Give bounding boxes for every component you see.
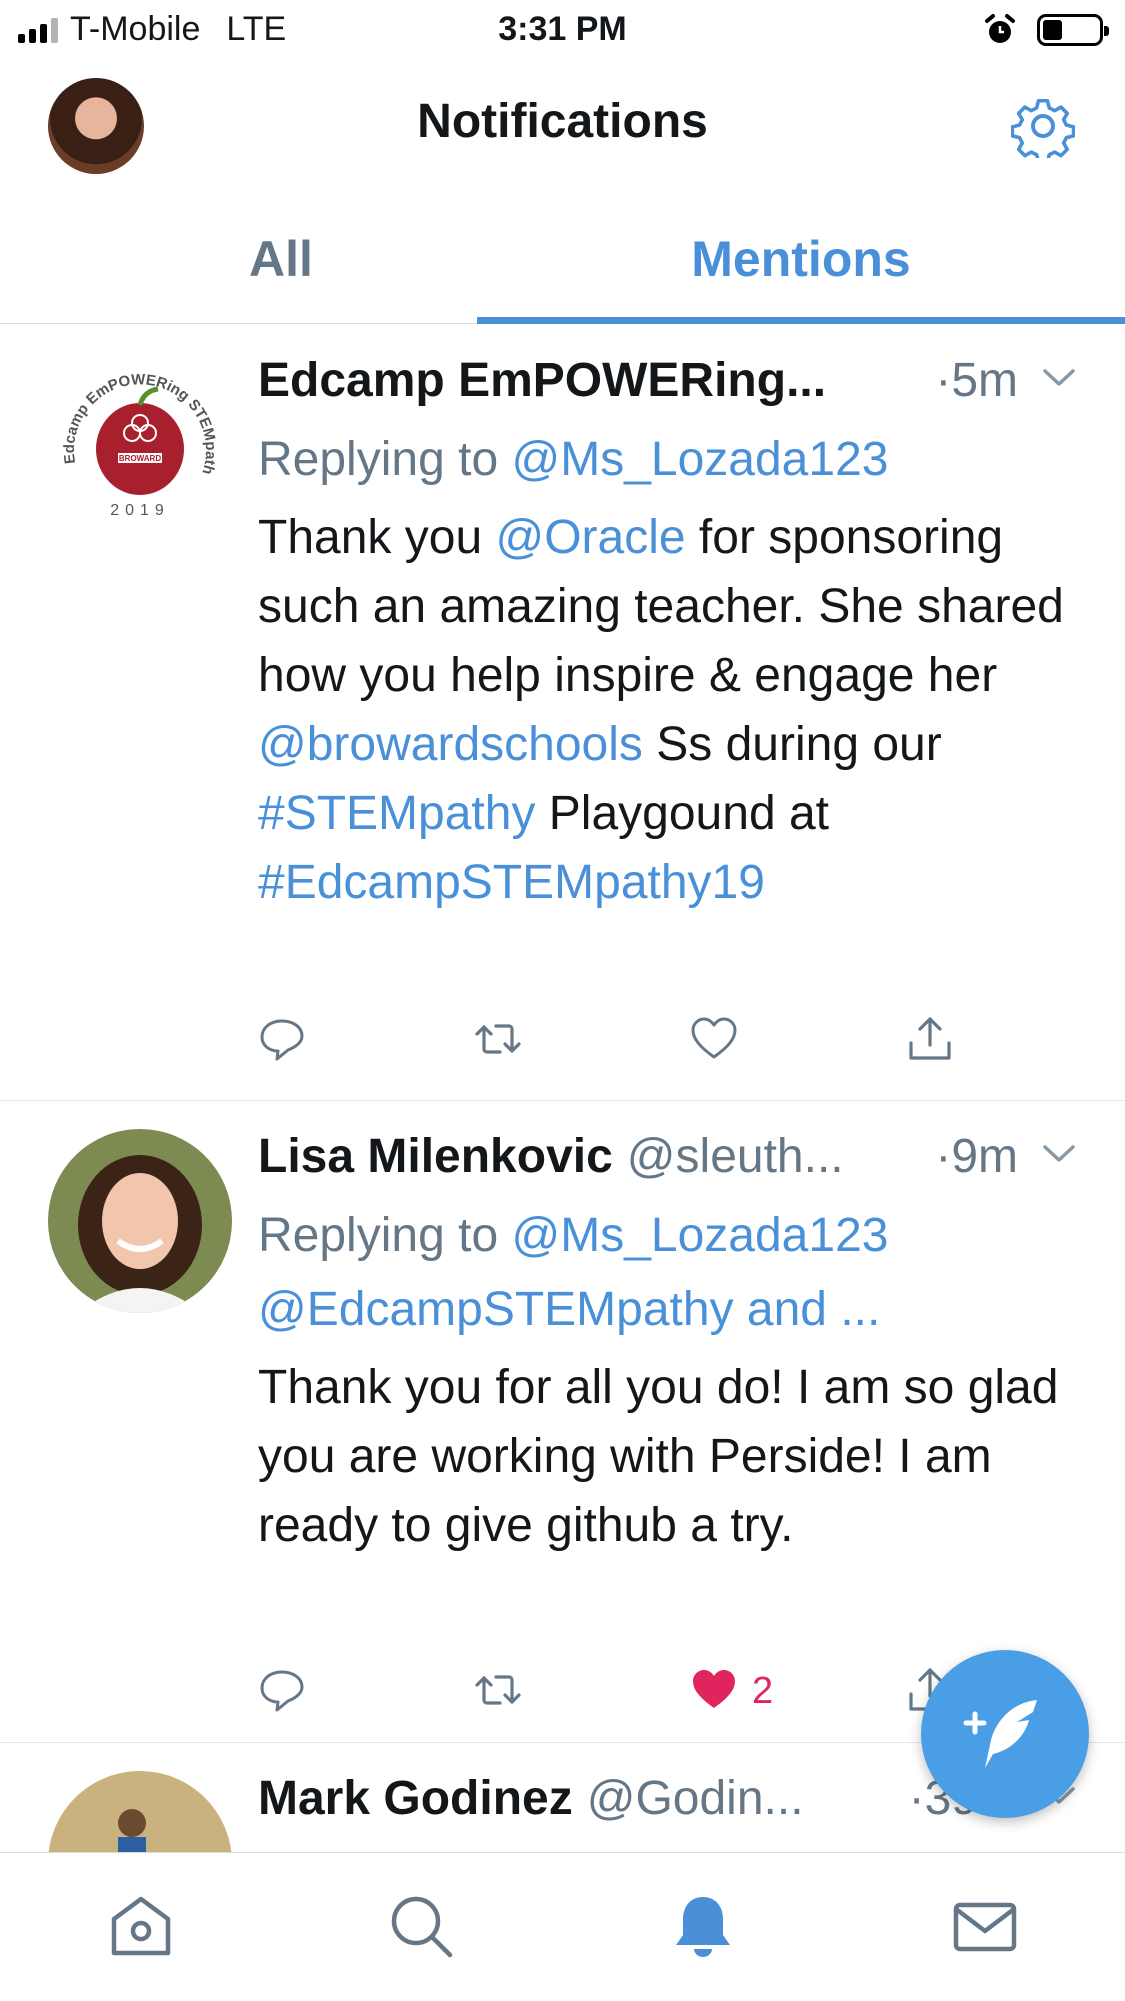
mention-link[interactable]: @Oracle bbox=[495, 511, 685, 564]
tweet-header: Lisa Milenkovic @sleuth... ·9m bbox=[258, 1129, 1098, 1199]
mention-link[interactable]: @browardschools bbox=[258, 718, 643, 771]
user-photo bbox=[48, 1771, 232, 1852]
like-button[interactable] bbox=[690, 1666, 738, 1714]
tweet-text-part: Ss during our bbox=[642, 718, 942, 771]
chevron-down-icon[interactable] bbox=[1042, 1143, 1076, 1165]
nav-home[interactable] bbox=[106, 1891, 176, 1961]
logo-center-text: BROWARD bbox=[119, 454, 161, 463]
edcamp-logo-avatar[interactable]: Edcamp EmPOWERing STEMpathy BROWARD 2019 bbox=[48, 353, 232, 537]
heart-icon bbox=[691, 1017, 737, 1059]
hashtag-link[interactable]: #STEMpathy bbox=[258, 787, 535, 840]
tab-selected-indicator bbox=[477, 317, 1125, 324]
edcamp-logo: Edcamp EmPOWERing STEMpathy BROWARD 2019 bbox=[48, 353, 232, 537]
app-screen: T-Mobile LTE 3:31 PM Notifications All M… bbox=[0, 0, 1125, 2001]
tab-bar: All Mentions bbox=[0, 194, 1125, 324]
tweet-text-part: Thank you bbox=[258, 511, 496, 564]
like-button[interactable] bbox=[690, 1015, 738, 1063]
status-right bbox=[983, 13, 1109, 47]
replying-to-mention[interactable]: @Ms_Lozada123 bbox=[511, 433, 888, 486]
bell-icon bbox=[676, 1897, 730, 1957]
tweet[interactable]: Edcamp EmPOWERing STEMpathy BROWARD 2019… bbox=[0, 325, 1125, 1101]
mentions-feed[interactable]: Edcamp EmPOWERing STEMpathy BROWARD 2019… bbox=[0, 325, 1125, 1852]
user-photo bbox=[48, 1129, 232, 1313]
replying-to-more[interactable]: @EdcampSTEMpathy and ... bbox=[258, 1273, 1098, 1347]
replying-to-mention[interactable]: @Ms_Lozada123 bbox=[511, 1209, 888, 1262]
tweet[interactable]: Lisa Milenkovic @sleuth... ·9m Replying … bbox=[0, 1101, 1125, 1743]
replying-to-prefix: Replying to bbox=[258, 1209, 512, 1262]
search-icon bbox=[391, 1896, 453, 1958]
hashtag-link[interactable]: #EdcampSTEMpathy19 bbox=[258, 856, 765, 909]
tweet-actions bbox=[258, 1015, 978, 1075]
battery-level bbox=[1043, 20, 1062, 40]
tweet-text-part: Playgound at bbox=[535, 787, 830, 840]
bottom-tab-bar bbox=[0, 1852, 1125, 2001]
status-time: 3:31 PM bbox=[498, 10, 627, 48]
chevron-down-icon[interactable] bbox=[1042, 367, 1076, 389]
tweet-time: ·5m bbox=[935, 354, 1018, 407]
page-title: Notifications bbox=[417, 95, 708, 148]
reply-button[interactable] bbox=[258, 1015, 306, 1063]
reply-button[interactable] bbox=[258, 1666, 306, 1714]
retweet-icon bbox=[475, 1675, 521, 1705]
header: Notifications bbox=[0, 64, 1125, 194]
tweet-author[interactable]: Lisa Milenkovic bbox=[258, 1129, 613, 1184]
replying-to: Replying to @Ms_Lozada123 bbox=[258, 423, 1098, 497]
tweet-handle[interactable]: @sleuth... bbox=[627, 1129, 844, 1184]
logo-year: 2019 bbox=[110, 502, 170, 519]
retweet-icon bbox=[475, 1024, 521, 1054]
tab-mentions[interactable]: Mentions bbox=[477, 194, 1125, 324]
tweet-author[interactable]: Edcamp EmPOWERing... bbox=[258, 353, 826, 408]
compose-icon bbox=[963, 1700, 1037, 1768]
share-icon bbox=[909, 1017, 951, 1060]
replying-to: Replying to @Ms_Lozada123 bbox=[258, 1199, 1098, 1273]
gear-icon[interactable] bbox=[1011, 94, 1075, 158]
retweet-button[interactable] bbox=[474, 1015, 522, 1063]
nav-notifications[interactable] bbox=[668, 1891, 738, 1961]
tweet-actions: 2 bbox=[258, 1666, 978, 1726]
tweet-author[interactable]: Mark Godinez bbox=[258, 1771, 573, 1826]
home-icon bbox=[111, 1896, 171, 1956]
tweet-handle[interactable]: @Godin... bbox=[587, 1771, 804, 1826]
tweet-header: Edcamp EmPOWERing... ·5m bbox=[258, 353, 1098, 423]
tweet-text: Thank you for all you do! I am so glad y… bbox=[258, 1361, 1059, 1552]
lisa-avatar[interactable] bbox=[48, 1129, 232, 1313]
retweet-button[interactable] bbox=[474, 1666, 522, 1714]
reply-icon bbox=[260, 1019, 304, 1061]
heart-filled-icon bbox=[693, 1670, 735, 1708]
mail-icon bbox=[953, 1902, 1017, 1952]
battery-icon bbox=[1037, 14, 1109, 46]
nav-messages[interactable] bbox=[950, 1891, 1020, 1961]
replying-to-prefix: Replying to bbox=[258, 433, 512, 486]
alarm-icon bbox=[985, 14, 1015, 43]
status-bar: T-Mobile LTE 3:31 PM bbox=[0, 0, 1125, 64]
nav-search[interactable] bbox=[386, 1891, 456, 1961]
tweet-text: Thank you @Oracle for sponsoring such an… bbox=[258, 503, 1098, 917]
like-count: 2 bbox=[752, 1670, 774, 1712]
mark-avatar[interactable] bbox=[48, 1771, 232, 1852]
tweet-body: Lisa Milenkovic @sleuth... ·9m Replying … bbox=[258, 1129, 1098, 1560]
tweet-time: ·9m bbox=[935, 1130, 1018, 1183]
compose-tweet-button[interactable] bbox=[921, 1650, 1089, 1818]
tweet-body: Edcamp EmPOWERing... ·5m Replying to @Ms… bbox=[258, 353, 1098, 917]
share-button[interactable] bbox=[906, 1015, 954, 1063]
reply-icon bbox=[260, 1670, 304, 1712]
